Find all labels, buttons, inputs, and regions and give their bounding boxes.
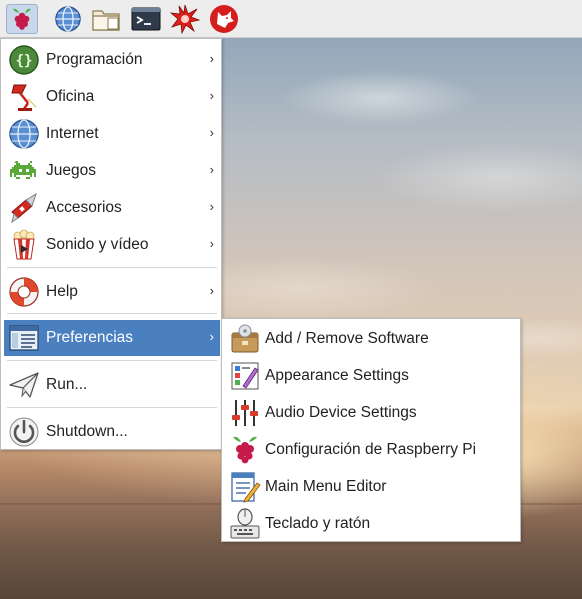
terminal-button[interactable]	[130, 4, 162, 34]
file-manager-button[interactable]	[90, 4, 122, 34]
keyboard-mouse-icon	[230, 508, 260, 539]
submenu-item-label: Configuración de Raspberry Pi	[265, 441, 477, 458]
submenu-item-add-remove-software[interactable]: Add / Remove Software	[225, 321, 517, 357]
raspberry-menu-button[interactable]	[6, 4, 38, 34]
menu-item-shutdown[interactable]: Shutdown...	[4, 414, 220, 450]
submenu-item-label: Add / Remove Software	[265, 330, 429, 347]
globe-icon	[55, 6, 81, 32]
menu-separator	[7, 360, 217, 361]
wolfram-button[interactable]	[208, 4, 240, 34]
submenu-item-label: Audio Device Settings	[265, 404, 417, 421]
raspberry-icon	[233, 436, 257, 464]
menu-item-help[interactable]: Help ›	[4, 274, 220, 310]
package-icon	[231, 324, 259, 353]
submenu-arrow-icon: ›	[209, 329, 214, 344]
submenu-arrow-icon: ›	[209, 88, 214, 103]
menu-item-juegos[interactable]: Juegos ›	[4, 153, 220, 189]
menu-item-accesorios[interactable]: Accesorios ›	[4, 190, 220, 226]
preferences-icon	[9, 325, 39, 351]
popcorn-icon	[13, 229, 35, 260]
menu-item-programacion[interactable]: {} Programación ›	[4, 42, 220, 78]
menu-item-label: Help	[46, 283, 78, 300]
power-icon	[9, 417, 39, 447]
menu-editor-icon	[231, 472, 261, 503]
submenu-item-keyboard-and-mouse[interactable]: Teclado y ratón	[225, 506, 517, 542]
menu-item-label: Shutdown...	[46, 423, 128, 440]
menu-separator	[7, 313, 217, 314]
terminal-icon	[131, 7, 161, 31]
menu-item-label: Preferencias	[46, 329, 134, 346]
space-invader-icon	[10, 161, 36, 179]
preferences-submenu: Add / Remove Software Appearance Setting…	[221, 318, 521, 542]
submenu-item-main-menu-editor[interactable]: Main Menu Editor	[225, 469, 517, 505]
submenu-item-audio-device-settings[interactable]: Audio Device Settings	[225, 395, 517, 431]
menu-item-oficina[interactable]: Oficina ›	[4, 79, 220, 115]
menu-item-label: Sonido y vídeo	[46, 236, 149, 253]
main-menu: {} Programación › Oficina › Internet › J…	[0, 38, 222, 450]
svg-text:{}: {}	[16, 53, 33, 69]
submenu-arrow-icon: ›	[209, 236, 214, 251]
menu-item-label: Internet	[46, 125, 99, 142]
paper-plane-icon	[9, 372, 39, 398]
menu-item-label: Oficina	[46, 88, 95, 105]
submenu-item-label: Main Menu Editor	[265, 478, 387, 495]
swiss-knife-icon	[11, 192, 37, 224]
lifebuoy-icon	[9, 277, 39, 307]
wolf-icon	[210, 5, 238, 33]
submenu-arrow-icon: ›	[209, 162, 214, 177]
submenu-item-label: Teclado y ratón	[265, 515, 371, 532]
web-browser-button[interactable]	[52, 4, 84, 34]
menu-item-label: Run...	[46, 376, 88, 393]
menu-item-sonido-y-video[interactable]: Sonido y vídeo ›	[4, 227, 220, 263]
appearance-icon	[231, 362, 259, 390]
submenu-arrow-icon: ›	[209, 51, 214, 66]
sliders-icon	[232, 400, 258, 426]
menu-item-internet[interactable]: Internet ›	[4, 116, 220, 152]
submenu-arrow-icon: ›	[209, 199, 214, 214]
submenu-arrow-icon: ›	[209, 283, 214, 298]
menu-item-label: Juegos	[46, 162, 96, 179]
menu-separator	[7, 267, 217, 268]
menu-item-run[interactable]: Run...	[4, 367, 220, 403]
taskbar	[0, 0, 582, 38]
mathematica-button[interactable]	[169, 4, 201, 34]
braces-icon: {}	[9, 45, 39, 75]
submenu-item-raspberry-pi-configuration[interactable]: Configuración de Raspberry Pi	[225, 432, 517, 468]
menu-separator	[7, 407, 217, 408]
submenu-item-label: Appearance Settings	[265, 367, 409, 384]
menu-item-label: Programación	[46, 51, 143, 68]
menu-item-preferencias[interactable]: Preferencias ›	[4, 320, 220, 356]
star-burst-icon	[170, 4, 200, 34]
globe-icon	[9, 119, 39, 149]
submenu-arrow-icon: ›	[209, 125, 214, 140]
desk-lamp-icon	[11, 84, 37, 111]
submenu-item-appearance-settings[interactable]: Appearance Settings	[225, 358, 517, 394]
raspberry-icon	[13, 8, 31, 30]
folder-icon	[92, 10, 120, 31]
menu-item-label: Accesorios	[46, 199, 122, 216]
